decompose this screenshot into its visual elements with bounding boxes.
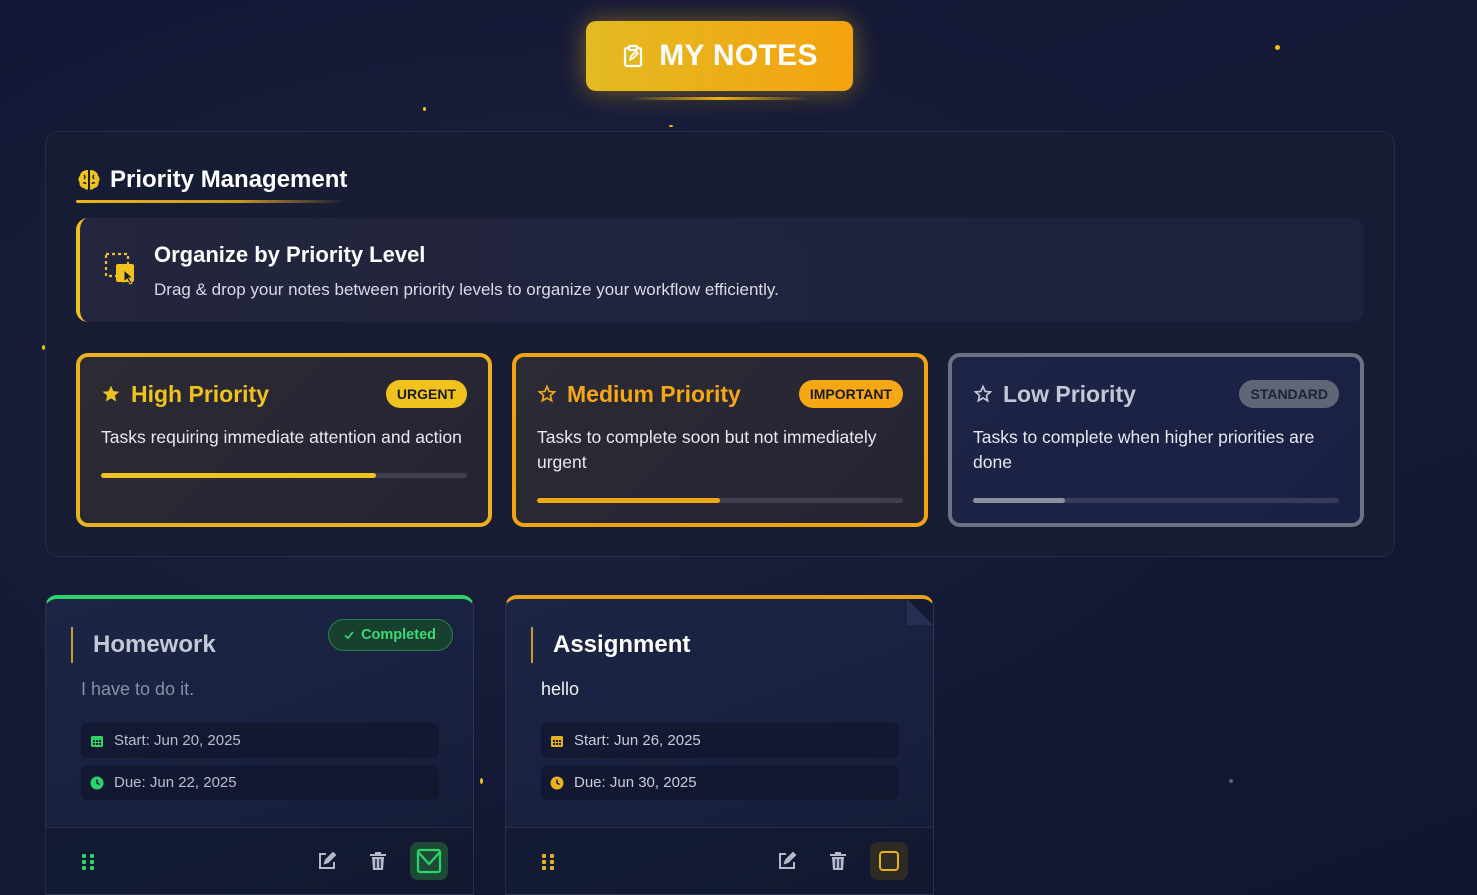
clipboard-icon [624, 44, 643, 68]
complete-toggle[interactable] [870, 842, 908, 880]
priority-column-low[interactable]: Low Priority STANDARD Tasks to complete … [948, 353, 1364, 527]
star-outline-icon [973, 384, 993, 403]
decor-dot [480, 778, 483, 784]
priority-progress-fill [537, 498, 720, 503]
priority-name: High Priority [101, 381, 269, 408]
priority-progress-track [101, 473, 467, 478]
check-icon [344, 631, 354, 640]
note-title: Homework [71, 627, 216, 663]
corner-fold [907, 599, 933, 625]
priority-badge: STANDARD [1239, 380, 1339, 408]
priority-badge: URGENT [385, 380, 467, 408]
info-description: Drag & drop your notes between priority … [154, 280, 779, 299]
decor-dot [669, 125, 673, 127]
due-date: Due: Jun 30, 2025 [541, 765, 899, 800]
priority-description: Tasks to complete when higher priorities… [973, 427, 1315, 472]
status-badge: Completed [328, 619, 453, 651]
priority-progress-track [537, 498, 903, 503]
priority-name: Medium Priority [537, 381, 741, 408]
decor-dot [1229, 779, 1233, 783]
clock-icon [550, 776, 564, 789]
due-date: Due: Jun 22, 2025 [81, 765, 439, 800]
drag-handle-icon[interactable] [541, 853, 555, 871]
priority-label: High Priority [131, 380, 270, 407]
decor-dot [1275, 45, 1280, 50]
info-title: Organize by Priority Level [154, 242, 426, 267]
drag-drop-icon [104, 252, 135, 285]
calendar-icon [91, 735, 103, 747]
brain-icon [78, 170, 100, 190]
trash-icon[interactable] [827, 850, 849, 872]
priority-progress-fill [101, 473, 376, 478]
decor-dot [423, 107, 426, 111]
info-box: Organize by Priority Level Drag & drop y… [76, 218, 1364, 322]
panel-title: Priority Management [110, 166, 348, 193]
due-date-label: Due: Jun 22, 2025 [114, 774, 237, 791]
priority-name: Low Priority [973, 381, 1136, 408]
priority-badge: IMPORTANT [798, 380, 903, 408]
priority-description: Tasks to complete soon but not immediate… [537, 427, 877, 472]
priority-column-high[interactable]: High Priority URGENT Tasks requiring imm… [76, 353, 492, 527]
priority-progress-track [973, 498, 1339, 503]
panel-header: Priority Management [76, 166, 347, 194]
edit-icon[interactable] [776, 850, 798, 872]
trash-icon[interactable] [367, 850, 389, 872]
note-footer [46, 827, 473, 894]
priority-description: Tasks requiring immediate attention and … [101, 427, 462, 447]
calendar-icon [551, 735, 563, 747]
due-date-label: Due: Jun 30, 2025 [574, 774, 697, 791]
checked-box-icon [416, 848, 442, 874]
complete-toggle[interactable] [410, 842, 448, 880]
note-title: Assignment [531, 627, 690, 663]
priority-column-medium[interactable]: Medium Priority IMPORTANT Tasks to compl… [512, 353, 928, 527]
status-label: Completed [361, 627, 436, 643]
priority-label: Low Priority [1003, 380, 1136, 407]
start-date: Start: Jun 20, 2025 [81, 723, 439, 758]
my-notes-header[interactable]: MY NOTES [586, 21, 853, 91]
clock-icon [90, 776, 104, 789]
priority-label: Medium Priority [567, 380, 741, 407]
unchecked-box-icon [879, 851, 899, 871]
note-footer [506, 827, 933, 894]
priority-management-panel: Priority Management Organize by Priority… [45, 131, 1395, 557]
priority-progress-fill [973, 498, 1065, 503]
star-outline-icon [537, 384, 557, 403]
drag-handle-icon[interactable] [81, 853, 95, 871]
panel-title-underline [76, 200, 346, 203]
edit-icon[interactable] [316, 850, 338, 872]
start-date-label: Start: Jun 20, 2025 [114, 732, 241, 749]
page-title: MY NOTES [659, 39, 818, 72]
star-filled-icon [102, 385, 120, 402]
note-card[interactable]: Homework Completed I have to do it. Star… [45, 595, 474, 895]
start-date: Start: Jun 26, 2025 [541, 723, 899, 758]
title-underline [630, 97, 810, 100]
note-card[interactable]: Assignment hello Start: Jun 26, 2025 Due… [505, 595, 934, 895]
note-body: I have to do it. [81, 679, 195, 699]
start-date-label: Start: Jun 26, 2025 [574, 732, 701, 749]
note-body: hello [541, 679, 580, 699]
